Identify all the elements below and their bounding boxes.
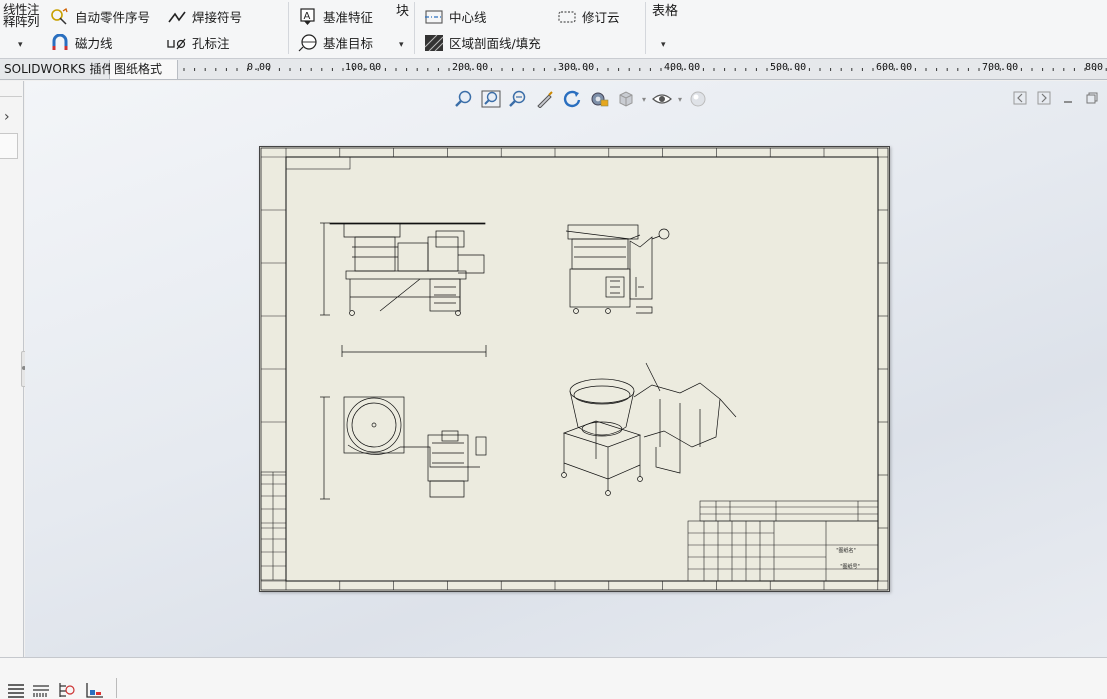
ruler-label: 700.00 — [982, 62, 1019, 73]
previous-pane-icon[interactable] — [1013, 91, 1027, 105]
block-button[interactable]: 块 — [396, 0, 409, 19]
dimxpert-manager-icon[interactable] — [84, 682, 104, 698]
table-button[interactable]: 表格 — [652, 0, 678, 19]
magnetic-line-button[interactable]: 磁力线 — [50, 33, 113, 52]
left-revision-column — [260, 471, 287, 581]
magnet-icon — [52, 33, 68, 50]
sphere-icon — [690, 91, 706, 107]
chevron-down-icon[interactable]: ▾ — [18, 40, 23, 50]
hide-show-items-button[interactable] — [651, 89, 673, 109]
tab-solidworks-addins[interactable]: SOLIDWORKS 插件 — [0, 60, 113, 79]
graphics-area[interactable]: ▾ ▾ "图纸名" "图纸号" — [25, 81, 1107, 657]
command-manager-tabs: SOLIDWORKS 插件 图纸格式 0.00 100.00 200.00 30… — [0, 59, 1107, 80]
chevron-down-icon[interactable]: ▾ — [399, 40, 404, 50]
gear-icon — [591, 92, 609, 107]
sheet-canvas: "图纸名" "图纸号" — [260, 147, 889, 591]
area-hatch-button[interactable]: 区域剖面线/填充 — [424, 33, 541, 52]
zoom-to-area-button[interactable] — [480, 89, 502, 109]
cube-icon — [619, 91, 633, 107]
brush-icon — [537, 91, 553, 108]
bottom-toolbar — [0, 657, 1107, 699]
ribbon-separator — [288, 2, 289, 54]
rotate-view-button[interactable] — [561, 89, 583, 109]
ruler-label: 200.00 — [452, 62, 489, 73]
feature-tree-icon[interactable] — [6, 682, 26, 698]
ruler-label: 400.00 — [664, 62, 701, 73]
center-line-button[interactable]: 中心线 — [424, 7, 487, 26]
minimize-icon[interactable] — [1061, 91, 1075, 105]
ruler-label: 800 — [1085, 62, 1104, 73]
appearance-button[interactable] — [687, 89, 709, 109]
chevron-down-icon[interactable]: ▾ — [642, 95, 646, 104]
display-style-button[interactable] — [615, 89, 637, 109]
revision-cloud-button[interactable]: 修订云 — [557, 7, 620, 26]
center-line-icon — [425, 9, 443, 24]
configuration-manager-icon[interactable] — [57, 682, 77, 698]
svg-text:A: A — [304, 11, 311, 22]
datum-feature-button[interactable]: A 基准特征 — [298, 7, 373, 26]
rotate-icon — [563, 90, 581, 108]
zoom-to-fit-button[interactable] — [453, 89, 475, 109]
window-controls — [1013, 91, 1099, 105]
datum-target-icon — [298, 33, 317, 51]
datum-feature-icon: A — [300, 7, 315, 25]
property-manager-icon[interactable] — [31, 682, 51, 698]
drawing-sheet[interactable]: "图纸名" "图纸号" — [259, 146, 890, 592]
panel-tab[interactable] — [0, 133, 18, 159]
datum-target-button[interactable]: 基准目标 — [298, 33, 373, 52]
revision-cloud-icon — [558, 10, 576, 23]
zoom-to-fit-icon — [455, 90, 472, 107]
zoom-to-area-icon — [481, 90, 501, 108]
ruler-label: 600.00 — [876, 62, 913, 73]
command-ribbon: 线性注 释阵列 ▾ 自动零件序号 磁力线 焊接符号 孔标注 A 基准特征 基准目… — [0, 0, 1107, 59]
title-block-text: "图纸名" — [836, 547, 856, 554]
weld-symbol-icon — [168, 11, 186, 22]
chevron-right-icon[interactable]: › — [4, 109, 10, 125]
view-settings-button[interactable] — [588, 89, 610, 109]
next-pane-icon[interactable] — [1037, 91, 1051, 105]
title-block-text: "图纸号" — [840, 563, 860, 570]
eye-icon — [652, 94, 672, 104]
drawing-number-box — [285, 156, 351, 170]
auto-balloon-button[interactable]: 自动零件序号 — [50, 7, 150, 26]
panel-divider — [0, 85, 22, 97]
ruler-label: 100.00 — [345, 62, 382, 73]
front-view — [320, 222, 487, 357]
weld-symbol-button[interactable]: 焊接符号 — [167, 7, 242, 26]
ruler-ticks — [183, 68, 1107, 71]
toolbar-separator — [116, 678, 117, 698]
ruler-label: 500.00 — [770, 62, 807, 73]
ribbon-separator — [414, 2, 415, 54]
isometric-view — [561, 362, 737, 496]
feature-manager-collapsed: › — [0, 81, 27, 657]
pan-button[interactable] — [534, 89, 556, 109]
ribbon-separator — [645, 2, 646, 54]
auto-balloon-icon — [51, 7, 68, 25]
side-view — [565, 224, 670, 314]
chevron-down-icon[interactable]: ▾ — [661, 40, 666, 50]
ruler-label: 300.00 — [558, 62, 595, 73]
previous-view-button[interactable] — [507, 89, 529, 109]
linear-note-pattern-button[interactable]: 线性注 释阵列 — [3, 3, 40, 28]
zone-markers — [261, 148, 888, 590]
zoom-previous-icon — [509, 90, 526, 107]
heads-up-view-toolbar: ▾ ▾ — [453, 89, 709, 109]
hole-callout-icon — [167, 38, 186, 49]
ruler-label: 0.00 — [247, 62, 272, 73]
top-view — [320, 396, 487, 500]
hole-callout-button[interactable]: 孔标注 — [167, 33, 230, 52]
area-hatch-icon — [424, 34, 444, 51]
horizontal-ruler: 0.00 100.00 200.00 300.00 400.00 500.00 … — [180, 59, 1107, 80]
chevron-down-icon[interactable]: ▾ — [678, 95, 682, 104]
restore-icon[interactable] — [1085, 91, 1099, 105]
tab-sheet-format[interactable]: 图纸格式 — [110, 60, 178, 79]
